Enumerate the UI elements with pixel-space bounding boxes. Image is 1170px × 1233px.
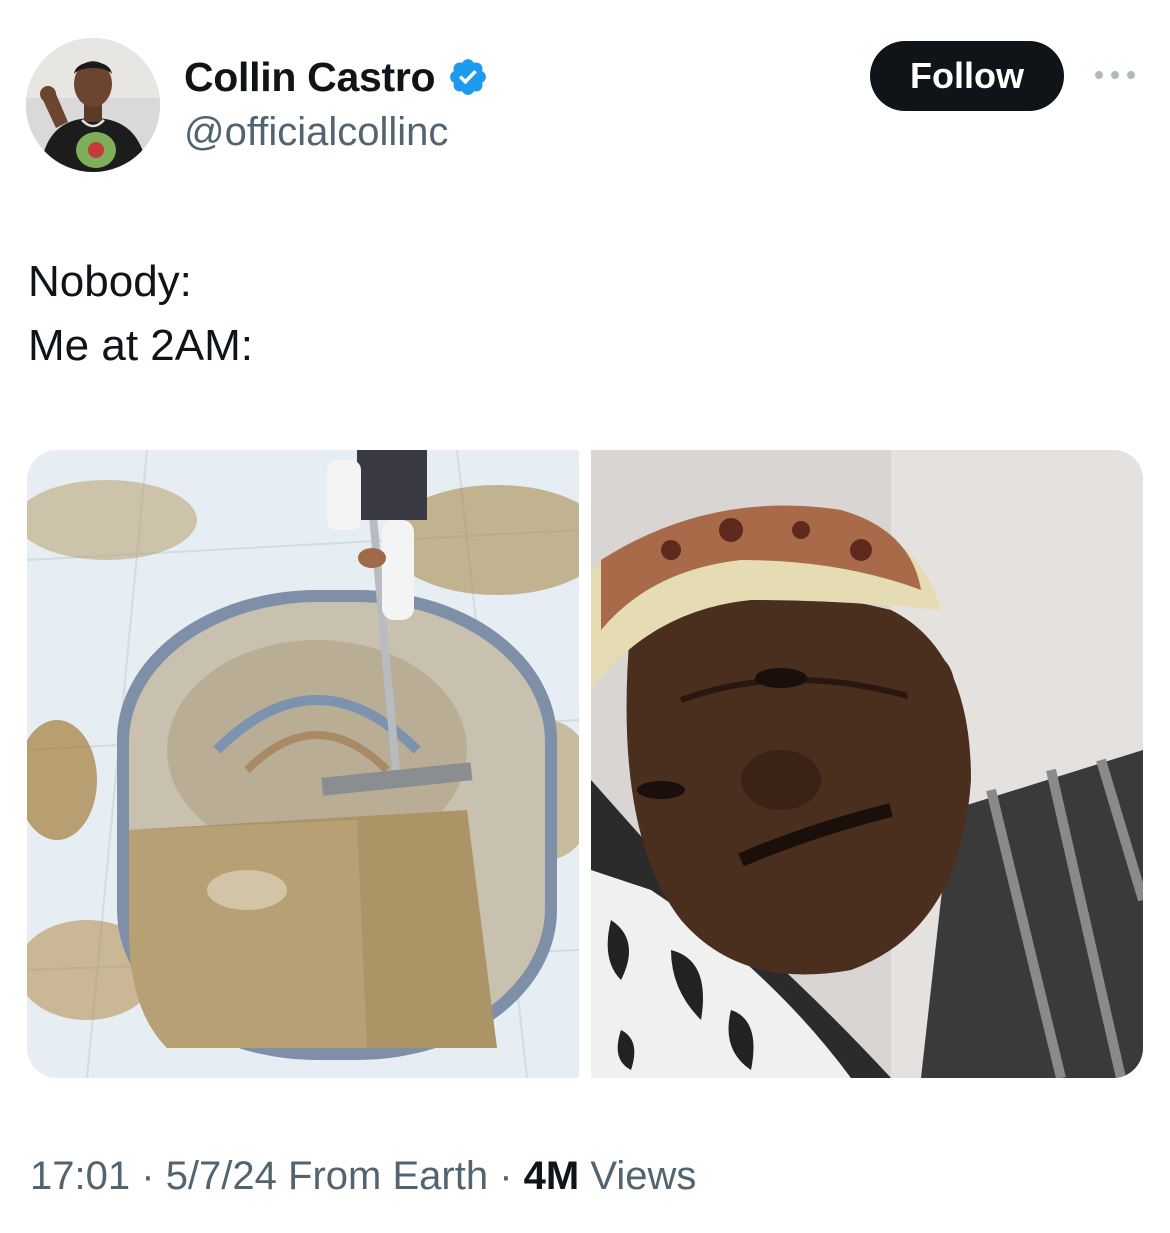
photo-man-lying-down <box>591 450 1143 1078</box>
display-name[interactable]: Collin Castro <box>184 52 436 102</box>
more-options-icon[interactable] <box>1092 66 1138 84</box>
photo-rug-cleaning <box>27 450 579 1078</box>
tweet-text: Nobody: Me at 2AM: <box>28 250 253 378</box>
tweet-date[interactable]: 5/7/24 <box>166 1154 277 1198</box>
meta-separator: · <box>141 1154 155 1198</box>
tweet-text-line: Me at 2AM: <box>28 321 253 370</box>
views-count[interactable]: 4M <box>524 1154 580 1198</box>
author-name-row[interactable]: Collin Castro <box>184 52 489 102</box>
author-handle[interactable]: @officialcollinc <box>184 108 448 156</box>
tweet-location: From Earth <box>288 1154 489 1198</box>
media-image-right[interactable] <box>591 450 1143 1078</box>
verified-badge-icon <box>450 59 487 95</box>
follow-button[interactable]: Follow <box>870 41 1064 111</box>
media-image-left[interactable] <box>27 450 579 1078</box>
avatar[interactable] <box>26 38 160 172</box>
tweet-time[interactable]: 17:01 <box>30 1154 130 1198</box>
views-label[interactable]: Views <box>590 1154 696 1198</box>
media-grid <box>27 450 1143 1078</box>
tweet-meta: 17:01 · 5/7/24 From Earth · 4M Views <box>30 1148 696 1204</box>
tweet-text-line: Nobody: <box>28 257 192 306</box>
profile-photo <box>26 38 160 172</box>
meta-separator: · <box>499 1154 513 1198</box>
